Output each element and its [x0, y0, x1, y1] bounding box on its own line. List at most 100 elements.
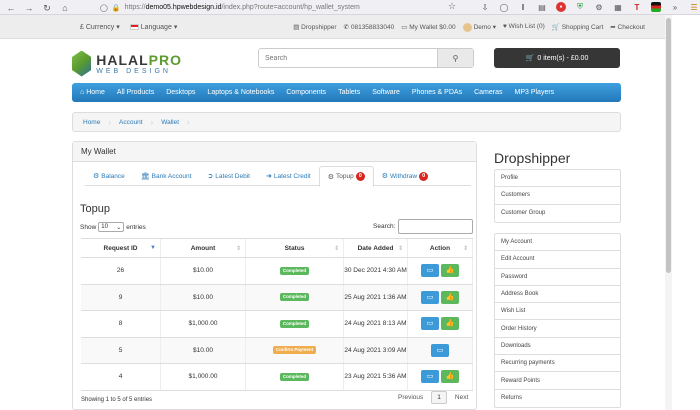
language-dropdown[interactable]: Language ▾ — [129, 23, 177, 31]
adblock-icon[interactable]: ● — [556, 2, 566, 12]
top-link-dropshipper[interactable]: ▤ Dropshipper — [293, 23, 336, 32]
breadcrumb-account[interactable]: Account — [119, 119, 143, 126]
back-icon[interactable]: ← — [4, 1, 18, 15]
sidebar-item-downloads[interactable]: Downloads — [495, 338, 620, 356]
cell-request-id: 5 — [81, 337, 161, 363]
cell-date: 24 Aug 2021 3:09 AM — [344, 337, 408, 363]
sidebar-item-my-account[interactable]: My Account — [495, 234, 620, 252]
sidebar-item-customers[interactable]: Customers — [495, 187, 620, 205]
top-link-checkout[interactable]: ➦ Checkout — [610, 23, 645, 32]
download-icon[interactable]: ⇩ — [480, 2, 490, 12]
nav-mp3[interactable]: MP3 Players — [514, 89, 554, 96]
nav-home[interactable]: ⌂ Home — [80, 89, 105, 96]
top-link-wallet[interactable]: ▭ My Wallet $0.00 — [401, 23, 455, 32]
bank-icon: 🏛 — [140, 173, 150, 180]
pocket-icon[interactable]: ◯ — [499, 2, 509, 12]
bookmark-star-icon[interactable]: ☆ — [448, 1, 456, 12]
address-bar[interactable]: ◯ 🔒 https:// demo05.hpwebdesign.id /inde… — [100, 2, 440, 13]
top-link-phone[interactable]: ✆ 081358833040 — [344, 23, 395, 32]
nav-laptops[interactable]: Laptops & Notebooks — [207, 89, 274, 96]
edit-button[interactable]: ▭ — [421, 290, 439, 304]
nav-all-products[interactable]: All Products — [117, 89, 154, 96]
home-icon[interactable]: ⌂ — [58, 1, 72, 15]
caret-down-icon: ▾ — [492, 24, 496, 32]
sidebar-item-profile[interactable]: Profile — [495, 170, 620, 188]
approve-button[interactable]: 👍 — [441, 317, 459, 331]
edit-button[interactable]: ▭ — [421, 317, 439, 331]
search-bar: ⚲ — [258, 48, 474, 68]
breadcrumb-home[interactable]: Home — [83, 119, 100, 126]
nav-software[interactable]: Software — [372, 89, 400, 96]
top-link-account[interactable]: Demo ▾ — [462, 23, 496, 32]
sidebar-item-returns[interactable]: Returns — [495, 390, 620, 407]
col-date-added[interactable]: Date Added ⇕ — [344, 239, 408, 257]
forward-icon[interactable]: → — [22, 1, 36, 15]
nav-desktops[interactable]: Desktops — [166, 89, 195, 96]
currency-dropdown[interactable]: £ Currency ▾ — [80, 23, 120, 31]
table-search-input[interactable] — [398, 219, 473, 234]
reload-icon[interactable]: ↻ — [40, 1, 54, 15]
edit-button[interactable]: ▭ — [421, 370, 439, 384]
top-link-cart[interactable]: 🛒 Shopping Cart — [552, 23, 603, 32]
cart-button[interactable]: 🛒 0 item(s) - £0.00 — [494, 48, 620, 68]
edit-button[interactable]: ▭ — [421, 264, 439, 278]
search-button[interactable]: ⚲ — [437, 49, 473, 67]
flag-extension-icon[interactable] — [651, 2, 661, 12]
entries-select[interactable]: 10 ⌄ — [98, 222, 125, 232]
sidebar-item-recurring-payments[interactable]: Recurring payments — [495, 355, 620, 373]
col-action[interactable]: Action ⇕ — [408, 239, 473, 257]
pagination: Previous 1 Next — [398, 391, 468, 404]
sidebar-item-customer-group[interactable]: Customer Group — [495, 205, 620, 222]
overflow-icon[interactable]: » — [670, 2, 680, 12]
search-input[interactable] — [259, 49, 437, 67]
tab-balance[interactable]: ⚙ Balance — [85, 166, 133, 186]
cell-request-id: 9 — [81, 284, 161, 310]
cell-amount: $1,000.00 — [161, 364, 246, 390]
col-label: Action — [429, 244, 451, 252]
tab-latest-credit[interactable]: ➜ Latest Credit — [258, 166, 319, 186]
edit-button[interactable]: ▭ — [431, 343, 449, 357]
col-request-id[interactable]: Request ID ▼ — [81, 239, 161, 257]
col-status[interactable]: Status ⇕ — [246, 239, 344, 257]
pager-previous[interactable]: Previous — [398, 394, 423, 401]
site-logo[interactable]: HALALPRO WEB DESIGN — [72, 47, 182, 80]
nav-phones[interactable]: Phones & PDAs — [412, 89, 462, 96]
thumbs-up-icon: 👍 — [445, 267, 455, 275]
breadcrumb: Home › Account › Wallet › — [72, 112, 621, 132]
gear-icon: ⚙ — [93, 173, 100, 180]
top-link-wishlist[interactable]: ♥ Wish List (0) — [503, 23, 545, 32]
menu-icon[interactable]: ☰ — [689, 2, 699, 12]
breadcrumb-wallet[interactable]: Wallet — [161, 119, 179, 126]
tab-topup[interactable]: ⚙ Topup 0 — [318, 166, 374, 187]
tab-bank-account[interactable]: 🏛 Bank Account — [133, 166, 200, 186]
font-extension-icon[interactable]: T — [632, 2, 642, 12]
currency-label: £ Currency — [80, 24, 115, 31]
library-icon[interactable]: ‖ — [518, 2, 528, 12]
url-host: demo05.hpwebdesign.id — [145, 4, 222, 11]
shield-extension-icon[interactable]: ⛨ — [575, 2, 585, 12]
tab-latest-debit[interactable]: ➲ Latest Debit — [199, 166, 258, 186]
tab-withdraw[interactable]: ⚙ Withdraw 0 — [374, 166, 436, 186]
avatar — [462, 23, 472, 32]
sidebar-item-order-history[interactable]: Order History — [495, 320, 620, 338]
sidebar-item-address-book[interactable]: Address Book — [495, 286, 620, 304]
grid-extension-icon[interactable]: ▦ — [613, 2, 623, 12]
sidebar-item-password[interactable]: Password — [495, 269, 620, 286]
approve-button[interactable]: 👍 — [441, 370, 459, 384]
pager-page-1[interactable]: 1 — [431, 391, 447, 404]
col-amount[interactable]: Amount ⇕ — [161, 239, 246, 257]
sidebar-item-edit-account[interactable]: Edit Account — [495, 251, 620, 269]
sidebar-item-reward-points[interactable]: Reward Points — [495, 372, 620, 390]
table-row: 5 $10.00 Confirm Payment 24 Aug 2021 3:0… — [81, 337, 473, 364]
sidebar-item-wish-list[interactable]: Wish List — [495, 303, 620, 321]
scrollbar-thumb[interactable] — [666, 18, 671, 273]
extension-icon[interactable]: ⚙ — [594, 2, 604, 12]
pager-next[interactable]: Next — [455, 394, 468, 401]
nav-cameras[interactable]: Cameras — [474, 89, 502, 96]
approve-button[interactable]: 👍 — [441, 264, 459, 278]
sidebar-icon[interactable]: ▤ — [537, 2, 547, 12]
sign-out-icon: ➲ — [207, 173, 214, 180]
nav-components[interactable]: Components — [286, 89, 326, 96]
approve-button[interactable]: 👍 — [441, 290, 459, 304]
nav-tablets[interactable]: Tablets — [338, 89, 360, 96]
